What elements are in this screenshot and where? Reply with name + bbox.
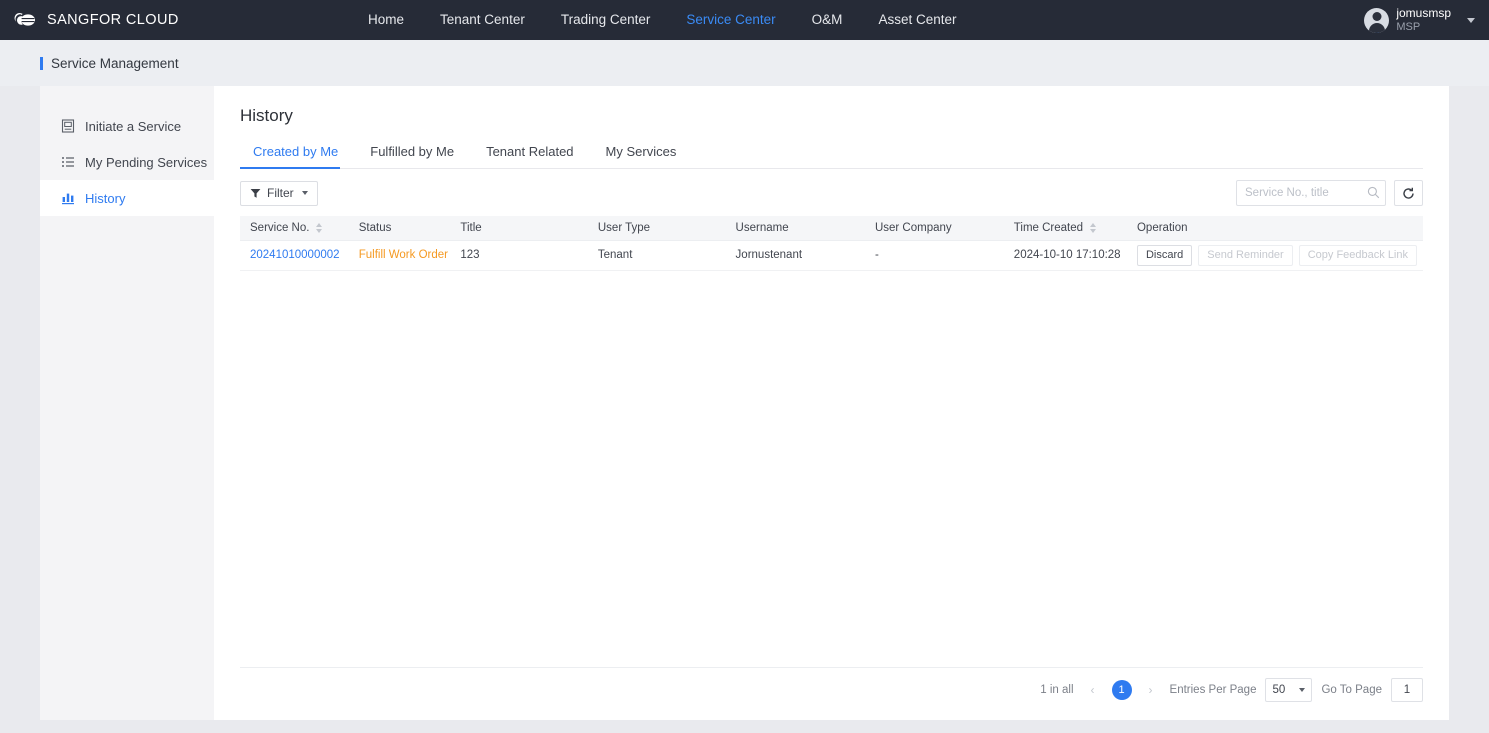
nav-item-home[interactable]: Home [350, 0, 422, 40]
prev-page-button[interactable]: ‹ [1083, 680, 1103, 700]
column-header-operation: Operation [1126, 216, 1423, 241]
column-header-username: Username [725, 216, 865, 241]
column-header-status: Status [348, 216, 451, 241]
cell-time-created: 2024-10-10 17:10:28 [1003, 240, 1127, 271]
column-label: Status [358, 221, 392, 234]
list-icon [62, 157, 74, 167]
refresh-button[interactable] [1394, 180, 1423, 206]
brand-name: SANGFOR CLOUD [47, 12, 179, 28]
column-label: User Company [874, 221, 952, 234]
cell-title: 123 [450, 240, 588, 271]
breadcrumb-label: Service Management [51, 55, 179, 71]
form-icon [61, 119, 75, 133]
cell-service-no: 20241010000002 [240, 240, 349, 271]
search-icon[interactable] [1367, 186, 1380, 199]
filter-button-label: Filter [267, 186, 294, 200]
avatar [1364, 7, 1390, 33]
sort-toggle-time-created[interactable] [1090, 222, 1097, 233]
nav-item-tenant-center[interactable]: Tenant Center [422, 0, 543, 40]
column-header-title: Title [450, 216, 588, 241]
refresh-icon [1403, 187, 1414, 199]
table-row: 20241010000002 Fulfill Work Order 123 Te… [240, 240, 1423, 271]
column-header-user-company: User Company [864, 216, 1004, 241]
chevron-down-icon [301, 191, 308, 195]
column-label: Title [460, 221, 482, 234]
column-label: User Type [597, 221, 651, 234]
column-label: Time Created [1013, 221, 1084, 234]
search-box [1236, 180, 1386, 206]
entries-per-page-value: 50 [1272, 684, 1286, 696]
search-input[interactable] [1236, 180, 1386, 206]
tab-created-by-me[interactable]: Created by Me [240, 144, 354, 169]
total-count-label: 1 in all [1040, 684, 1074, 696]
main-nav: Home Tenant Center Trading Center Servic… [350, 0, 974, 40]
user-name: jomusmsp [1396, 5, 1451, 20]
column-header-service-no[interactable]: Service No. [240, 216, 349, 241]
cell-user-company: - [864, 240, 1004, 271]
cell-user-type: Tenant [587, 240, 726, 271]
entries-per-page-label: Entries Per Page [1169, 684, 1257, 696]
filter-button[interactable]: Filter [240, 180, 318, 206]
go-to-page-label: Go To Page [1321, 684, 1382, 696]
workspace: Initiate a Service My Pending Services H… [40, 86, 1449, 720]
sidebar-item-history[interactable]: History [40, 180, 214, 216]
copy-feedback-link-button: Copy Feedback Link [1298, 244, 1417, 266]
tab-my-services[interactable]: My Services [590, 144, 693, 168]
cell-status: Fulfill Work Order [348, 240, 451, 271]
status-badge: Fulfill Work Order [358, 249, 448, 261]
bar-chart-icon [62, 193, 74, 205]
nav-item-asset-center[interactable]: Asset Center [860, 0, 974, 40]
chevron-down-icon [1299, 688, 1306, 692]
table-header: Service No. Status Title User Type Usern… [240, 216, 1423, 241]
cell-username: Jornustenant [725, 240, 865, 271]
pagination-divider [240, 667, 1423, 668]
tab-tenant-related[interactable]: Tenant Related [470, 144, 589, 168]
breadcrumb-accent-bar [40, 56, 43, 70]
user-role: MSP [1396, 20, 1421, 33]
discard-button[interactable]: Discard [1136, 244, 1193, 266]
tab-fulfilled-by-me[interactable]: Fulfilled by Me [354, 144, 470, 168]
sidebar-item-label: History [85, 190, 126, 206]
nav-item-service-center[interactable]: Service Center [668, 0, 793, 40]
sidebar-item-label: Initiate a Service [85, 118, 182, 134]
page-title: History [240, 106, 293, 125]
user-info: jomusmsp MSP [1396, 5, 1451, 33]
cloud-logo-icon [14, 12, 35, 26]
brand-logo-group[interactable]: SANGFOR CLOUD [12, 10, 179, 30]
toolbar-right-group [1236, 180, 1423, 206]
sidebar-item-initiate-a-service[interactable]: Initiate a Service [40, 108, 214, 144]
user-menu[interactable]: jomusmsp MSP [1364, 0, 1475, 40]
go-to-page-input[interactable] [1391, 678, 1423, 702]
nav-item-trading-center[interactable]: Trading Center [543, 0, 669, 40]
tab-bar: Created by Me Fulfilled by Me Tenant Rel… [240, 144, 1423, 169]
sidebar: Initiate a Service My Pending Services H… [40, 86, 214, 720]
history-table: Service No. Status Title User Type Usern… [240, 216, 1423, 271]
chevron-down-icon[interactable] [1467, 17, 1475, 23]
funnel-icon [250, 188, 261, 198]
cell-operation: Discard Send Reminder Copy Feedback Link [1126, 240, 1423, 271]
column-label: Service No. [250, 221, 310, 234]
entries-per-page-select[interactable]: 50 [1265, 678, 1313, 702]
top-navigation-bar: SANGFOR CLOUD Home Tenant Center Trading… [0, 0, 1489, 40]
service-no-link[interactable]: 20241010000002 [250, 249, 340, 261]
operation-buttons: Discard Send Reminder Copy Feedback Link [1136, 244, 1423, 266]
column-label: Username [735, 221, 789, 234]
send-reminder-button: Send Reminder [1198, 244, 1293, 266]
sidebar-item-my-pending-services[interactable]: My Pending Services [40, 144, 214, 180]
nav-item-om[interactable]: O&M [794, 0, 861, 40]
breadcrumb: Service Management [0, 40, 1489, 86]
pagination: 1 in all ‹ 1 › Entries Per Page 50 Go To… [1040, 678, 1423, 702]
next-page-button[interactable]: › [1141, 680, 1161, 700]
column-header-time-created[interactable]: Time Created [1003, 216, 1127, 241]
sort-toggle-service-no[interactable] [316, 222, 323, 233]
sidebar-item-label: My Pending Services [85, 154, 208, 170]
page-number-1[interactable]: 1 [1111, 680, 1132, 700]
content-panel: History Created by Me Fulfilled by Me Te… [214, 86, 1449, 720]
table-toolbar: Filter [240, 180, 1423, 206]
column-header-user-type: User Type [587, 216, 726, 241]
column-label: Operation [1136, 221, 1188, 234]
table-body: 20241010000002 Fulfill Work Order 123 Te… [240, 240, 1423, 271]
table-header-row: Service No. Status Title User Type Usern… [240, 216, 1423, 241]
